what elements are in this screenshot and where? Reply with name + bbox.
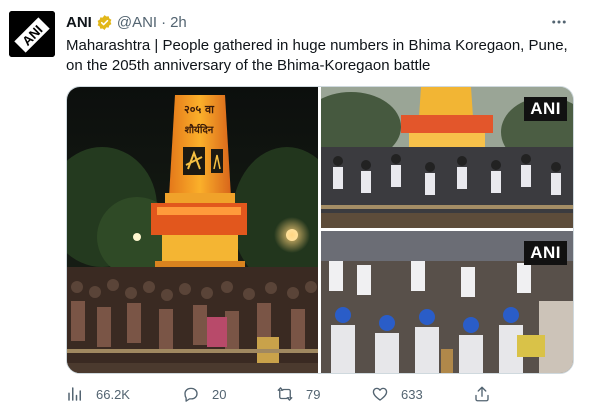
ani-watermark: ANI xyxy=(524,241,567,265)
ani-watermark: ANI xyxy=(524,97,567,121)
svg-text:शौर्यदिन: शौर्यदिन xyxy=(185,123,214,136)
reply-count: 20 xyxy=(212,386,227,402)
media-grid: २०५ वा शौर्यदिन ANI ANI xyxy=(66,86,574,374)
photo-police-crowd[interactable]: ANI xyxy=(321,231,573,373)
retweet-button[interactable]: 79 xyxy=(276,382,320,406)
like-icon xyxy=(372,387,388,401)
like-button[interactable]: 633 xyxy=(371,382,423,406)
tweet-header: ANI @ANI · 2h xyxy=(66,12,187,32)
retweet-icon xyxy=(277,387,293,401)
tweet-body: Maharashtra | People gathered in huge nu… xyxy=(66,37,568,74)
more-icon[interactable] xyxy=(548,12,570,32)
tweet-time[interactable]: 2h xyxy=(170,14,187,31)
views-button[interactable]: 66.2K xyxy=(66,382,130,406)
retweet-count: 79 xyxy=(306,386,321,402)
photo-crowd-dusk[interactable]: ANI xyxy=(321,87,573,228)
author-handle[interactable]: @ANI xyxy=(117,14,157,31)
action-bar: 66.2K 20 79 633 xyxy=(66,382,536,406)
reply-icon xyxy=(184,387,198,402)
ani-logo-icon: ANI xyxy=(9,11,55,57)
author-name[interactable]: ANI xyxy=(66,14,92,31)
verified-badge-icon xyxy=(96,14,113,31)
reply-button[interactable]: 20 xyxy=(182,382,226,406)
like-count: 633 xyxy=(401,386,423,402)
share-icon xyxy=(475,386,489,402)
views-count: 66.2K xyxy=(96,386,130,402)
photo-pillar-night[interactable]: २०५ वा शौर्यदिन xyxy=(67,87,318,373)
share-button[interactable] xyxy=(473,382,503,406)
svg-text:२०५ वा: २०५ वा xyxy=(184,103,215,116)
tweet-text: Maharashtra | People gathered in huge nu… xyxy=(66,36,586,76)
views-icon xyxy=(68,387,81,401)
avatar[interactable]: ANI xyxy=(9,11,55,57)
separator-dot: · xyxy=(161,13,167,31)
